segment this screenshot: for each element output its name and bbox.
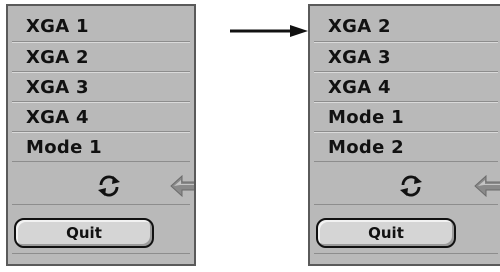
menu-item[interactable]: XGA 3 [314, 42, 498, 72]
menu-list-right: XGA 2 XGA 3 XGA 4 Mode 1 Mode 2 [314, 12, 498, 162]
right-arrow-icon [230, 25, 308, 37]
menu-item[interactable]: XGA 4 [314, 72, 498, 102]
quit-row-left: Quit [14, 218, 154, 248]
refresh-icon[interactable] [398, 173, 424, 199]
back-arrow-icon[interactable] [170, 175, 196, 197]
menu-list-left: XGA 1 XGA 2 XGA 3 XGA 4 Mode 1 [12, 12, 190, 162]
screen: XGA 1 XGA 2 XGA 3 XGA 4 Mode 1 Quit XGA … [0, 0, 500, 272]
menu-panel-right: XGA 2 XGA 3 XGA 4 Mode 1 Mode 2 Quit [308, 4, 500, 266]
control-row-right [314, 167, 500, 205]
menu-item[interactable]: XGA 4 [12, 102, 190, 132]
divider [12, 253, 190, 254]
menu-item[interactable]: Mode 2 [314, 132, 498, 162]
quit-button[interactable]: Quit [316, 218, 456, 248]
menu-item[interactable]: XGA 3 [12, 72, 190, 102]
control-row-left [12, 167, 194, 205]
menu-item[interactable]: Mode 1 [12, 132, 190, 162]
menu-item[interactable]: XGA 2 [12, 42, 190, 72]
refresh-icon[interactable] [96, 173, 122, 199]
menu-item[interactable]: XGA 1 [12, 12, 190, 42]
quit-row-right: Quit [316, 218, 456, 248]
back-arrow-icon[interactable] [474, 175, 500, 197]
menu-item[interactable]: Mode 1 [314, 102, 498, 132]
quit-button[interactable]: Quit [14, 218, 154, 248]
divider [314, 253, 498, 254]
menu-item[interactable]: XGA 2 [314, 12, 498, 42]
menu-panel-left: XGA 1 XGA 2 XGA 3 XGA 4 Mode 1 Quit [6, 4, 196, 266]
